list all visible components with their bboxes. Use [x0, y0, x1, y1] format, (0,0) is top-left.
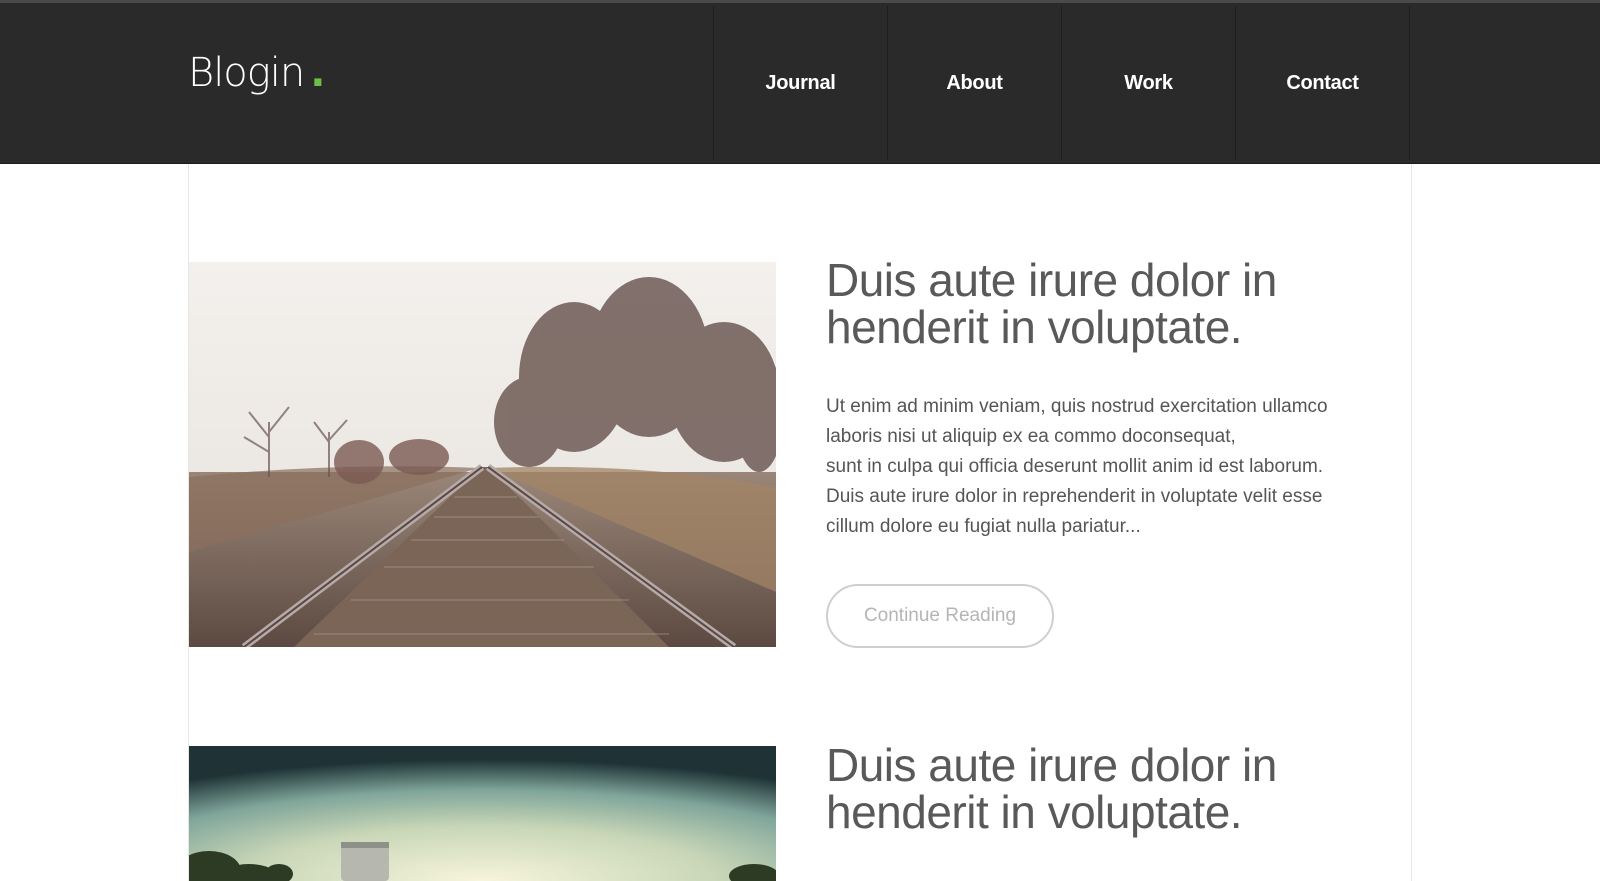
- site-header: Blogin. Journal About Work Contact: [0, 3, 1600, 164]
- post-image-water-tower[interactable]: [189, 746, 776, 881]
- nav-item-work[interactable]: Work: [1062, 6, 1236, 160]
- excerpt-line: sunt in culpa qui officia deserunt molli…: [826, 456, 1324, 477]
- nav-item-journal[interactable]: Journal: [714, 6, 888, 160]
- main-nav: Journal About Work Contact: [713, 6, 1410, 160]
- site-logo[interactable]: Blogin.: [188, 50, 325, 96]
- continue-reading-button[interactable]: Continue Reading: [826, 584, 1054, 648]
- railroad-tracks-photo: [189, 262, 776, 647]
- excerpt-line: Duis aute irure dolor in reprehenderit i…: [826, 486, 1323, 507]
- excerpt-line: Ut enim ad minim veniam, quis nostrud ex…: [826, 396, 1328, 417]
- content-border-right: [1411, 164, 1412, 881]
- excerpt-line: cillum dolore eu fugiat nulla pariatur..…: [826, 516, 1141, 537]
- excerpt-line: laboris nisi ut aliquip ex ea commo doco…: [826, 426, 1236, 447]
- post-title[interactable]: Duis aute irure dolor in henderit in vol…: [826, 257, 1386, 351]
- post-image-railroad[interactable]: [189, 262, 776, 647]
- water-tower-photo: [189, 746, 776, 881]
- post-excerpt: Ut enim ad minim veniam, quis nostrud ex…: [826, 392, 1386, 542]
- logo-text: Blogin: [188, 50, 305, 96]
- nav-item-about[interactable]: About: [888, 6, 1062, 160]
- logo-dot: .: [310, 50, 325, 96]
- post-title[interactable]: Duis aute irure dolor in henderit in vol…: [826, 742, 1386, 836]
- nav-item-contact[interactable]: Contact: [1236, 6, 1410, 160]
